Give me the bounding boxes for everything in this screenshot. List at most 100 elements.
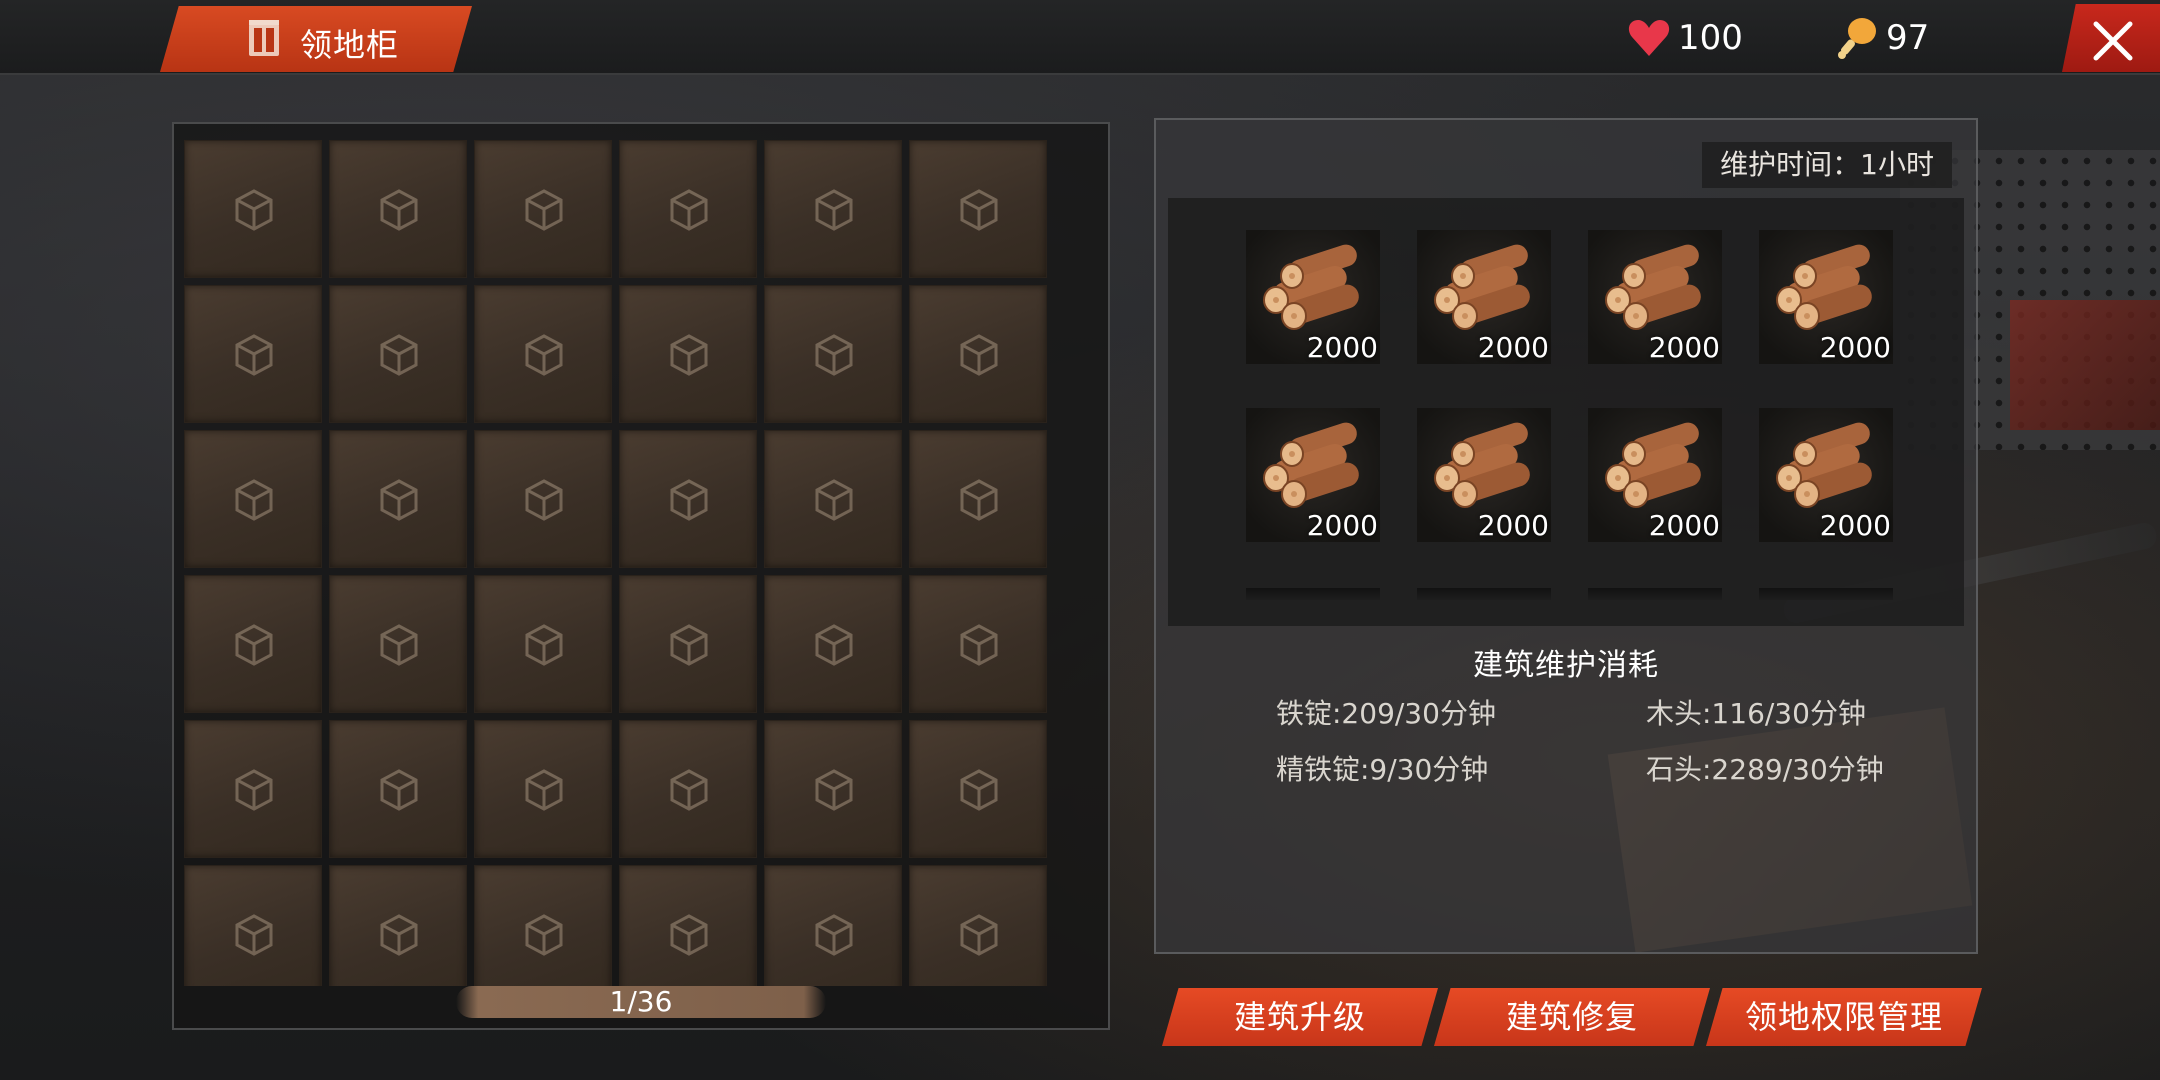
cube-icon (815, 334, 853, 376)
cube-icon (670, 624, 708, 666)
cube-icon (525, 334, 563, 376)
territory-permissions-button[interactable]: 领地权限管理 (1706, 988, 1982, 1046)
wood-logs-icon (1776, 244, 1872, 330)
resource-item[interactable]: 2000 (1246, 230, 1380, 364)
resource-item[interactable]: 2000 (1417, 408, 1551, 542)
close-icon (2093, 21, 2133, 61)
cube-icon (380, 189, 418, 231)
cube-icon (525, 914, 563, 956)
cube-icon (960, 479, 998, 521)
item-count: 2000 (1819, 331, 1891, 364)
item-row-placeholder (1246, 588, 1380, 600)
item-count: 2000 (1306, 331, 1378, 364)
storage-slot[interactable] (764, 575, 902, 713)
page-indicator: 1/36 (456, 986, 826, 1018)
cost-iron-ingot: 铁锭:209/30分钟 (1276, 697, 1496, 730)
cabinet-icon (249, 20, 279, 56)
repair-building-button[interactable]: 建筑修复 (1434, 988, 1710, 1046)
upgrade-building-button[interactable]: 建筑升级 (1162, 988, 1438, 1046)
cube-icon (960, 769, 998, 811)
drumstick-icon (1838, 18, 1876, 59)
item-count: 2000 (1477, 331, 1549, 364)
maintenance-cost-title: 建筑维护消耗 (1473, 648, 1659, 683)
storage-slot[interactable] (184, 430, 322, 568)
storage-slot[interactable] (184, 140, 322, 278)
wood-logs-icon (1776, 422, 1872, 508)
cube-icon (380, 769, 418, 811)
cube-icon (815, 624, 853, 666)
food-stat: 97 (1834, 16, 1929, 60)
cube-icon (235, 624, 273, 666)
health-stat: 100 (1626, 16, 1743, 60)
storage-slot[interactable] (764, 430, 902, 568)
storage-slot[interactable] (764, 140, 902, 278)
resource-item[interactable]: 2000 (1417, 230, 1551, 364)
storage-slot[interactable] (329, 865, 467, 986)
cube-icon (380, 914, 418, 956)
storage-slot[interactable] (619, 430, 757, 568)
cube-icon (670, 914, 708, 956)
storage-slot[interactable] (184, 575, 322, 713)
storage-slot[interactable] (764, 865, 902, 986)
storage-slot[interactable] (764, 720, 902, 858)
top-bar: 领地柜 100 97 (0, 0, 2160, 75)
resource-item[interactable]: 2000 (1759, 408, 1893, 542)
storage-slot[interactable] (474, 285, 612, 423)
storage-slot[interactable] (474, 140, 612, 278)
item-row-placeholder (1588, 588, 1722, 600)
storage-slot[interactable] (619, 720, 757, 858)
storage-slot[interactable] (474, 575, 612, 713)
storage-slot[interactable] (619, 285, 757, 423)
storage-panel: 1/36 (172, 122, 1110, 1030)
heart-icon (1628, 20, 1670, 56)
cube-icon (235, 769, 273, 811)
background-toolbox (2010, 300, 2160, 430)
resource-item[interactable]: 2000 (1246, 408, 1380, 542)
cube-icon (380, 624, 418, 666)
storage-slot[interactable] (909, 575, 1047, 713)
resource-item[interactable]: 2000 (1759, 230, 1893, 364)
storage-slot[interactable] (329, 140, 467, 278)
storage-slot[interactable] (619, 575, 757, 713)
storage-slot[interactable] (909, 140, 1047, 278)
wood-logs-icon (1434, 244, 1530, 330)
storage-slot[interactable] (909, 865, 1047, 986)
storage-slot[interactable] (474, 720, 612, 858)
cube-icon (815, 189, 853, 231)
resource-item[interactable]: 2000 (1588, 408, 1722, 542)
storage-grid[interactable] (184, 140, 1064, 986)
storage-slot[interactable] (909, 430, 1047, 568)
title-tab: 领地柜 (160, 6, 472, 72)
cube-icon (525, 479, 563, 521)
storage-slot[interactable] (329, 575, 467, 713)
cube-icon (380, 479, 418, 521)
storage-slot[interactable] (619, 865, 757, 986)
cube-icon (235, 189, 273, 231)
storage-slot[interactable] (909, 720, 1047, 858)
storage-slot[interactable] (329, 720, 467, 858)
storage-slot[interactable] (474, 865, 612, 986)
storage-slot[interactable] (909, 285, 1047, 423)
item-count: 2000 (1306, 509, 1378, 542)
cube-icon (815, 914, 853, 956)
food-value: 97 (1886, 18, 1930, 58)
wood-logs-icon (1434, 422, 1530, 508)
storage-slot[interactable] (474, 430, 612, 568)
storage-slot[interactable] (184, 285, 322, 423)
wood-logs-icon (1263, 244, 1359, 330)
storage-slot[interactable] (184, 720, 322, 858)
resource-item[interactable]: 2000 (1588, 230, 1722, 364)
cube-icon (960, 189, 998, 231)
cube-icon (380, 334, 418, 376)
storage-slot[interactable] (329, 285, 467, 423)
storage-slot[interactable] (764, 285, 902, 423)
storage-slot[interactable] (329, 430, 467, 568)
close-button[interactable] (2062, 4, 2160, 72)
item-count: 2000 (1819, 509, 1891, 542)
cost-wood: 木头:116/30分钟 (1646, 697, 1866, 730)
cube-icon (525, 189, 563, 231)
cube-icon (525, 769, 563, 811)
storage-slot[interactable] (619, 140, 757, 278)
cube-icon (670, 334, 708, 376)
storage-slot[interactable] (184, 865, 322, 986)
